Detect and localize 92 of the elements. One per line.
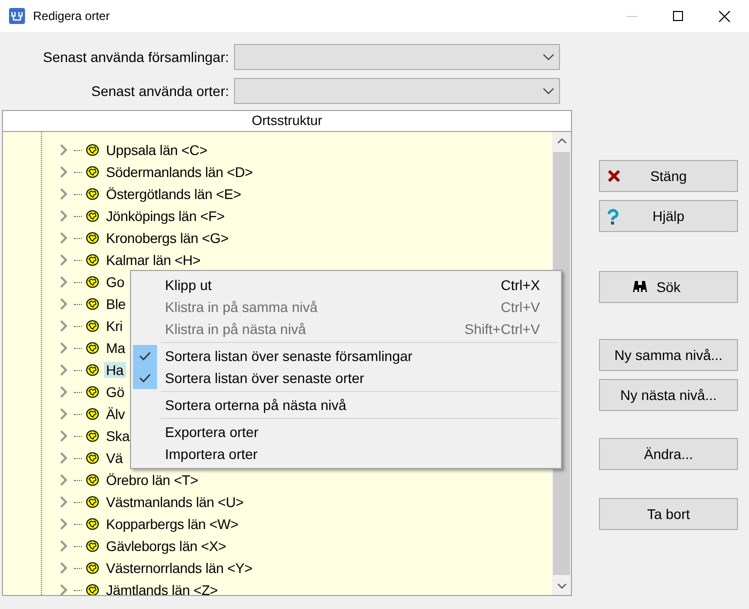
window-title: Redigera orter bbox=[33, 9, 111, 23]
globe-icon bbox=[86, 584, 99, 595]
menu-item[interactable]: Importera orter bbox=[165, 446, 258, 462]
globe-icon bbox=[86, 232, 99, 244]
tree-item[interactable]: Ma bbox=[104, 340, 128, 356]
globe-icon bbox=[86, 474, 99, 486]
field-label: Senast använda församlingar: bbox=[43, 49, 229, 65]
expand-icon[interactable] bbox=[59, 188, 69, 200]
globe-icon bbox=[86, 518, 99, 530]
expand-icon[interactable] bbox=[59, 452, 69, 464]
tree-item[interactable]: Kronobergs län <G> bbox=[104, 230, 230, 246]
scroll-up-icon[interactable] bbox=[556, 138, 566, 144]
expand-icon[interactable] bbox=[59, 166, 69, 178]
tree-item[interactable]: Jönköpings län <F> bbox=[104, 208, 227, 224]
search-button[interactable]: Sök bbox=[599, 271, 738, 303]
menu-item[interactable]: Exportera orter bbox=[165, 424, 258, 440]
tree-item[interactable]: Go bbox=[104, 274, 126, 290]
globe-icon bbox=[86, 166, 99, 178]
tree-item[interactable]: Jämtlands län <Z> bbox=[104, 582, 220, 595]
tree-item[interactable]: Kopparbergs län <W> bbox=[104, 516, 240, 532]
dropdown-field[interactable] bbox=[234, 44, 560, 70]
globe-icon bbox=[86, 496, 99, 508]
close-icon bbox=[607, 169, 621, 183]
tree-item[interactable]: Gävleborgs län <X> bbox=[104, 538, 228, 554]
tree-item[interactable]: Kalmar län <H> bbox=[104, 252, 202, 268]
expand-icon[interactable] bbox=[59, 320, 69, 332]
maximize-icon[interactable] bbox=[673, 11, 683, 21]
tree-item[interactable]: Ska bbox=[104, 428, 132, 444]
close-icon[interactable] bbox=[718, 10, 730, 22]
expand-icon[interactable] bbox=[59, 518, 69, 530]
close-button[interactable]: Stäng bbox=[599, 160, 738, 192]
expand-icon[interactable] bbox=[59, 474, 69, 486]
tree-item[interactable]: Örebro län <T> bbox=[104, 472, 200, 488]
globe-icon bbox=[86, 364, 99, 376]
expand-icon[interactable] bbox=[59, 584, 69, 595]
expand-icon[interactable] bbox=[59, 144, 69, 156]
tree-item[interactable]: Ble bbox=[104, 296, 128, 312]
globe-icon bbox=[86, 562, 99, 574]
tree-item[interactable]: Södermanlands län <D> bbox=[104, 164, 255, 180]
action-button[interactable]: Ny samma nivå... bbox=[599, 339, 738, 371]
expand-icon[interactable] bbox=[59, 386, 69, 398]
app-icon bbox=[9, 8, 25, 24]
expand-icon[interactable] bbox=[59, 496, 69, 508]
tree-item[interactable]: Västmanlands län <U> bbox=[104, 494, 246, 510]
scroll-down-icon[interactable] bbox=[556, 583, 566, 589]
tree-item[interactable]: Ha bbox=[104, 362, 126, 378]
globe-icon bbox=[86, 144, 99, 156]
expand-icon[interactable] bbox=[59, 364, 69, 376]
expand-icon[interactable] bbox=[59, 298, 69, 310]
tree-item[interactable]: Gö bbox=[104, 384, 126, 400]
dropdown-field[interactable] bbox=[234, 78, 560, 104]
globe-icon bbox=[86, 298, 99, 310]
globe-icon bbox=[86, 430, 99, 442]
action-button[interactable]: Ny nästa nivå... bbox=[599, 379, 738, 411]
globe-icon bbox=[86, 254, 99, 266]
tree-item[interactable]: Västernorrlands län <Y> bbox=[104, 560, 254, 576]
tree-item[interactable]: Älv bbox=[104, 406, 127, 422]
globe-icon bbox=[86, 210, 99, 222]
globe-icon bbox=[86, 320, 99, 332]
tree-item[interactable]: Uppsala län <C> bbox=[104, 142, 210, 158]
expand-icon[interactable] bbox=[59, 210, 69, 222]
tree-item[interactable]: Kri bbox=[104, 318, 125, 334]
globe-icon bbox=[86, 342, 99, 354]
globe-icon bbox=[86, 452, 99, 464]
tree-item[interactable]: Vä bbox=[104, 450, 125, 466]
expand-icon[interactable] bbox=[59, 430, 69, 442]
globe-icon bbox=[86, 408, 99, 420]
help-icon bbox=[607, 209, 619, 225]
menu-item[interactable]: Sortera orterna på nästa nivå bbox=[165, 397, 346, 413]
field-label: Senast använda orter: bbox=[91, 83, 229, 99]
help-button[interactable]: Hjälp bbox=[599, 200, 738, 232]
menu-item[interactable]: Sortera listan över senaste församlingar bbox=[165, 348, 412, 364]
shortcut-text: Ctrl+V bbox=[500, 299, 540, 315]
menu-item[interactable]: Sortera listan över senaste orter bbox=[165, 370, 364, 386]
shortcut-text: Ctrl+X bbox=[500, 277, 540, 293]
globe-icon bbox=[86, 386, 99, 398]
menu-item[interactable]: Klipp ut bbox=[165, 277, 212, 293]
expand-icon[interactable] bbox=[59, 276, 69, 288]
binoculars-icon bbox=[632, 280, 648, 294]
globe-icon bbox=[86, 188, 99, 200]
shortcut-text: Shift+Ctrl+V bbox=[464, 321, 540, 337]
tree-item[interactable]: Östergötlands län <E> bbox=[104, 186, 244, 202]
expand-icon[interactable] bbox=[59, 562, 69, 574]
expand-icon[interactable] bbox=[59, 540, 69, 552]
globe-icon bbox=[86, 276, 99, 288]
action-button[interactable]: Ta bort bbox=[599, 498, 738, 530]
expand-icon[interactable] bbox=[59, 254, 69, 266]
expand-icon[interactable] bbox=[59, 408, 69, 420]
expand-icon[interactable] bbox=[59, 232, 69, 244]
expand-icon[interactable] bbox=[59, 342, 69, 354]
globe-icon bbox=[86, 540, 99, 552]
action-button[interactable]: Ändra... bbox=[599, 438, 738, 470]
